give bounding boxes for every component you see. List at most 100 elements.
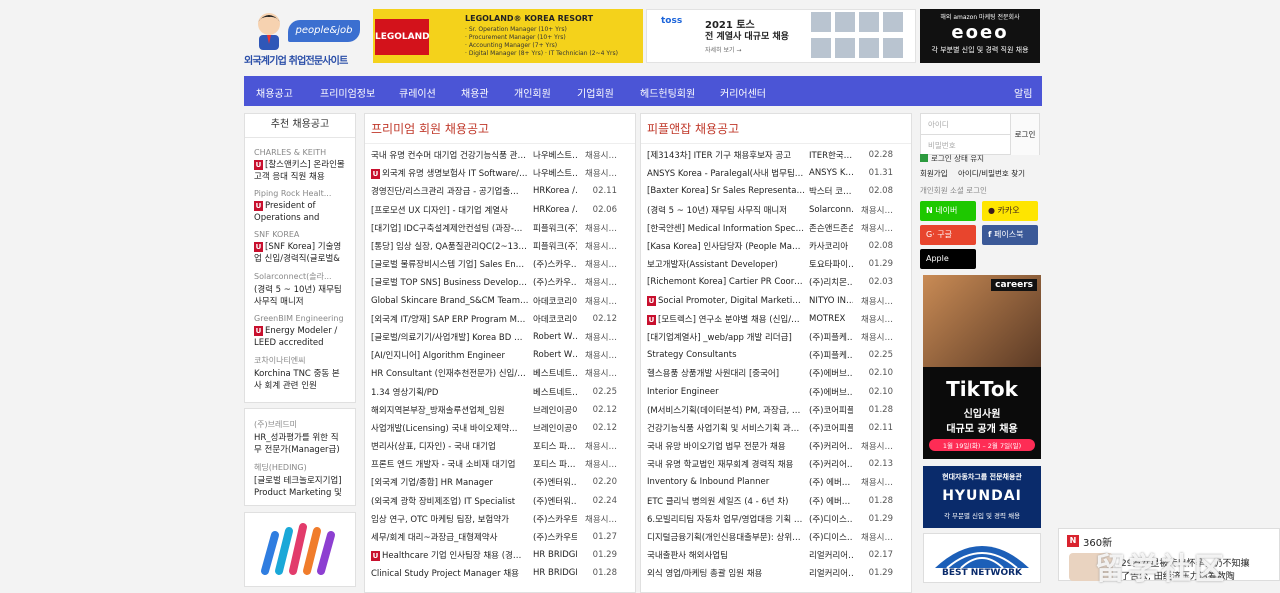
job-title[interactable]: Interior Engineer — [647, 387, 805, 397]
job-row[interactable]: [글로벌/의료기기/사업개발] Korea BD … Robert W… 채용시… — [371, 328, 629, 346]
job-row[interactable]: [외국계 기업/종합] HR Manager (주)엔터워… 02.20 — [371, 473, 629, 491]
job-row[interactable]: [Richemont Korea] Cartier PR Coordin… (주)… — [647, 273, 905, 291]
job-title[interactable]: [Baxter Korea] Sr Sales Representativ… — [647, 186, 805, 196]
job-title[interactable]: [외국계 기업/종합] HR Manager — [371, 476, 529, 488]
job-title[interactable]: Global Skincare Brand_S&CM Team … — [371, 296, 529, 306]
job-title[interactable]: U Social Promoter, Digital Marketing … — [647, 295, 805, 306]
job-row[interactable]: 경영진단/리스크관리 과장급 - 공기업출… HRKorea /… 02.11 — [371, 182, 629, 200]
careers-ad[interactable]: careers — [923, 275, 1041, 367]
job-row[interactable]: 건강기능식품 사업기획 및 서비스기획 과정급 (주)코어피플 02.11 — [647, 419, 905, 437]
job-row[interactable]: U Social Promoter, Digital Marketing … NIT… — [647, 292, 905, 310]
job-title[interactable]: [글로벌 물류장비시스템 기업] Sales En… — [371, 258, 529, 270]
nav-headhunting[interactable]: 헤드헌팅회원 — [640, 85, 695, 100]
job-row[interactable]: [글로벌 TOP SNS] Business Develop… (주)스카우… 채용… — [371, 273, 629, 291]
job-row[interactable]: [대기업계열사] _web/app 개발 리더급] (주)피플케… 채용시… — [647, 328, 905, 346]
job-title[interactable]: 국내출판사 해외사업팀 — [647, 549, 805, 561]
job-title[interactable]: 경영진단/리스크관리 과장급 - 공기업출… — [371, 185, 529, 197]
job-title[interactable]: 세무/회계 대리~과장급_대형제약사 — [371, 531, 529, 543]
job-row[interactable]: U 외국계 유명 생명보험사 IT Software/… 나우베스트… 채용시… — [371, 164, 629, 182]
job-row[interactable]: 헬스용품 상품개발 사원대리 [중국어] (주)에버브… 02.10 — [647, 364, 905, 382]
job-title[interactable]: [Richemont Korea] Cartier PR Coordin… — [647, 277, 805, 287]
job-title[interactable]: 프론트 엔드 개발자 - 국내 소비재 대기업 — [371, 458, 529, 470]
nav-hall[interactable]: 채용관 — [461, 85, 489, 100]
recommended-item[interactable]: 코차이나티엔씨 Korchina TNC 중동 본사 회계 관련 인원 — [254, 355, 346, 392]
job-title[interactable]: [글로벌 TOP SNS] Business Develop… — [371, 276, 529, 288]
job-title[interactable]: [AI/인지니어] Algorithm Engineer — [371, 349, 529, 361]
job-row[interactable]: 국내출판사 해외사업팀 리얼커리어… 02.17 — [647, 546, 905, 564]
job-title[interactable]: [통당] 임상 실장, QA품질관리QC(2~13… — [371, 240, 529, 252]
toss-banner[interactable]: toss 2021 토스 전 계열사 대규모 채용 자세히 보기 → — [646, 9, 916, 63]
job-row[interactable]: 외식 영업/마케팅 총괄 임원 채용 리얼커리어… 01.29 — [647, 564, 905, 582]
nav-jobs[interactable]: 채용공고 — [256, 85, 293, 100]
recommended-item[interactable]: CHARLES & KEITH U [찰스앤키스] 온라인몰 고객 응대 직원 채용 — [254, 148, 346, 183]
nav-career-center[interactable]: 커리어센터 — [720, 85, 766, 100]
job-row[interactable]: 프론트 엔드 개발자 - 국내 소비재 대기업 포티스 파… 채용시… — [371, 455, 629, 473]
job-row[interactable]: 국내 유명 컨수머 대기업 건강기능식품 관… 나우베스트… 채용시… — [371, 146, 629, 164]
job-title[interactable]: 국내 유망 바이오기업 법무 전문가 채용 — [647, 440, 805, 452]
job-row[interactable]: 사업개발(Licensing) 국내 바이오제약… 브레인이공이 02.12 — [371, 419, 629, 437]
job-row[interactable]: U Healthcare 기업 인사팀장 채용 (경기… HR BRIDGE 01.2… — [371, 546, 629, 564]
job-title[interactable]: 건강기능식품 사업기획 및 서비스기획 과정급 — [647, 422, 805, 434]
job-row[interactable]: Clinical Study Project Manager 채용 HR BRID… — [371, 564, 629, 582]
job-row[interactable]: 해외지역본부장_방재솔루션업체_임원 브레인이공이 02.12 — [371, 401, 629, 419]
job-title[interactable]: [한국얀센] Medical Information Specialist — [647, 222, 805, 234]
job-title[interactable]: Inventory & Inbound Planner — [647, 477, 805, 487]
job-title[interactable]: U 외국계 유명 생명보험사 IT Software/… — [371, 167, 529, 180]
job-title[interactable]: 헬스용품 상품개발 사원대리 [중국어] — [647, 367, 805, 379]
kakao-login-button[interactable]: ● 카카오 — [982, 201, 1038, 221]
id-input[interactable]: 아이디 — [921, 114, 1011, 135]
login-button[interactable]: 로그인 — [1010, 114, 1039, 155]
job-title[interactable]: HR Consultant (인재추천전문가) 신입/… — [371, 367, 529, 379]
job-row[interactable]: 세무/회계 대리~과장급_대형제약사 (주)스카우트 01.27 — [371, 528, 629, 546]
job-title[interactable]: 변리사(상표, 디자인) - 국내 대기업 — [371, 440, 529, 452]
find-account-link[interactable]: 아이디/비밀번호 찾기 — [958, 168, 1025, 179]
recommended-item[interactable]: GreenBIM Engineering U Energy Modeler / LE… — [254, 314, 346, 349]
job-row[interactable]: 국내 유망 바이오기업 법무 전문가 채용 (주)커리어… 채용시… — [647, 437, 905, 455]
best-network-ad[interactable]: BEST NETWORK — [923, 533, 1041, 583]
job-row[interactable]: 디지털금융기획(개인신용대출부문): 상위권… (주)디이스… 채용시… — [647, 528, 905, 546]
job-row[interactable]: Strategy Consultants (주)피플케… 02.25 — [647, 346, 905, 364]
job-row[interactable]: [한국얀센] Medical Information Specialist 존슨앤… — [647, 219, 905, 237]
job-row[interactable]: [Baxter Korea] Sr Sales Representativ… 박스… — [647, 182, 905, 200]
job-title[interactable]: 국내 유명 학교법인 재무회계 경력직 채용 — [647, 458, 805, 470]
job-title[interactable]: U Healthcare 기업 인사팀장 채용 (경기… — [371, 549, 529, 562]
job-row[interactable]: 1.34 영상기획/PD 베스트네트… 02.25 — [371, 382, 629, 400]
site-logo[interactable]: people&job 외국계기업 취업전문사이트 — [244, 8, 362, 68]
nav-notice[interactable]: 알림 — [1014, 85, 1032, 100]
nav-curation[interactable]: 큐레이션 — [399, 85, 436, 100]
job-title[interactable]: [외국계 IT/양재] SAP ERP Program M… — [371, 313, 529, 325]
job-title[interactable]: [Kasa Korea] 인사담당자 (People Mana… — [647, 240, 805, 252]
job-title[interactable]: 디지털금융기획(개인신용대출부문): 상위권… — [647, 531, 805, 543]
job-title[interactable]: 보고개발자(Assistant Developer) — [647, 258, 805, 270]
nav-premium[interactable]: 프리미엄정보 — [320, 85, 375, 100]
nav-corporate[interactable]: 기업회원 — [577, 85, 614, 100]
join-link[interactable]: 회원가입 — [920, 168, 948, 179]
amazon-banner[interactable]: 해외 amazon 마케팅 전문회사 eoeo 각 부분별 신입 및 경력 직원… — [920, 9, 1040, 63]
job-row[interactable]: [외국계 IT/양재] SAP ERP Program M… 아데코코리아 02.1… — [371, 310, 629, 328]
job-title[interactable]: (경력 5 ~ 10년) 재무팀 사무직 매니저 — [647, 204, 805, 216]
naver-login-button[interactable]: N 네이버 — [920, 201, 976, 221]
job-row[interactable]: [통당] 임상 실장, QA품질관리QC(2~13… 피플워크(주) 채용시… — [371, 237, 629, 255]
job-row[interactable]: 변리사(상표, 디자인) - 국내 대기업 포티스 파… 채용시… — [371, 437, 629, 455]
job-row[interactable]: ANSYS Korea - Paralegal(사내 법무팀 … ANSYS K…… — [647, 164, 905, 182]
recommended-item[interactable]: 헤딩(HEDING) [글로벌 테크놀로지기업] Product Marketin… — [254, 462, 346, 499]
google-login-button[interactable]: G· 구글 — [920, 225, 976, 245]
job-title[interactable]: 사업개발(Licensing) 국내 바이오제약… — [371, 422, 529, 434]
recommended-item[interactable]: SNF KOREA U[SNF Korea] 기술영업 신입/경력직(글로벌&국내… — [254, 230, 346, 265]
facebook-login-button[interactable]: f 페이스북 — [982, 225, 1038, 245]
job-title[interactable]: Clinical Study Project Manager 채용 — [371, 567, 529, 579]
hyundai-ad[interactable]: 현대자동차그룹 전문채용관 HYUNDAI 각 부문별 신입 및 경력 채용 — [923, 466, 1041, 528]
job-title[interactable]: [제3143차] ITER 기구 채용후보자 공고 — [647, 149, 805, 161]
job-row[interactable]: (경력 5 ~ 10년) 재무팀 사무직 매니저 Solarconn… 채용시… — [647, 201, 905, 219]
job-title[interactable]: 외식 영업/마케팅 총괄 임원 채용 — [647, 567, 805, 579]
job-row[interactable]: [대기업] IDC구축설계제안컨설팅 (과장-… 피플워크(주) 채용시… — [371, 219, 629, 237]
job-title[interactable]: 6.모빌리티팀 자동차 업무/영업대응 기획 및… — [647, 513, 805, 525]
checkbox-icon[interactable] — [920, 154, 928, 162]
job-row[interactable]: [제3143차] ITER 기구 채용후보자 공고 ITER한국… 02.28 — [647, 146, 905, 164]
job-title[interactable]: 임상 연구, OTC 마케팅 팀장, 보험약가 — [371, 513, 529, 525]
job-title[interactable]: 1.34 영상기획/PD — [371, 386, 529, 398]
apple-login-button[interactable]: Apple — [920, 249, 976, 269]
legoland-banner[interactable]: LEGOLAND LEGOLAND® KOREA RESORT · Sr. Op… — [373, 9, 643, 63]
job-row[interactable]: 국내 유명 학교법인 재무회계 경력직 채용 (주)커리어… 02.13 — [647, 455, 905, 473]
job-row[interactable]: [글로벌 물류장비시스템 기업] Sales En… (주)스카우… 채용시… — [371, 255, 629, 273]
